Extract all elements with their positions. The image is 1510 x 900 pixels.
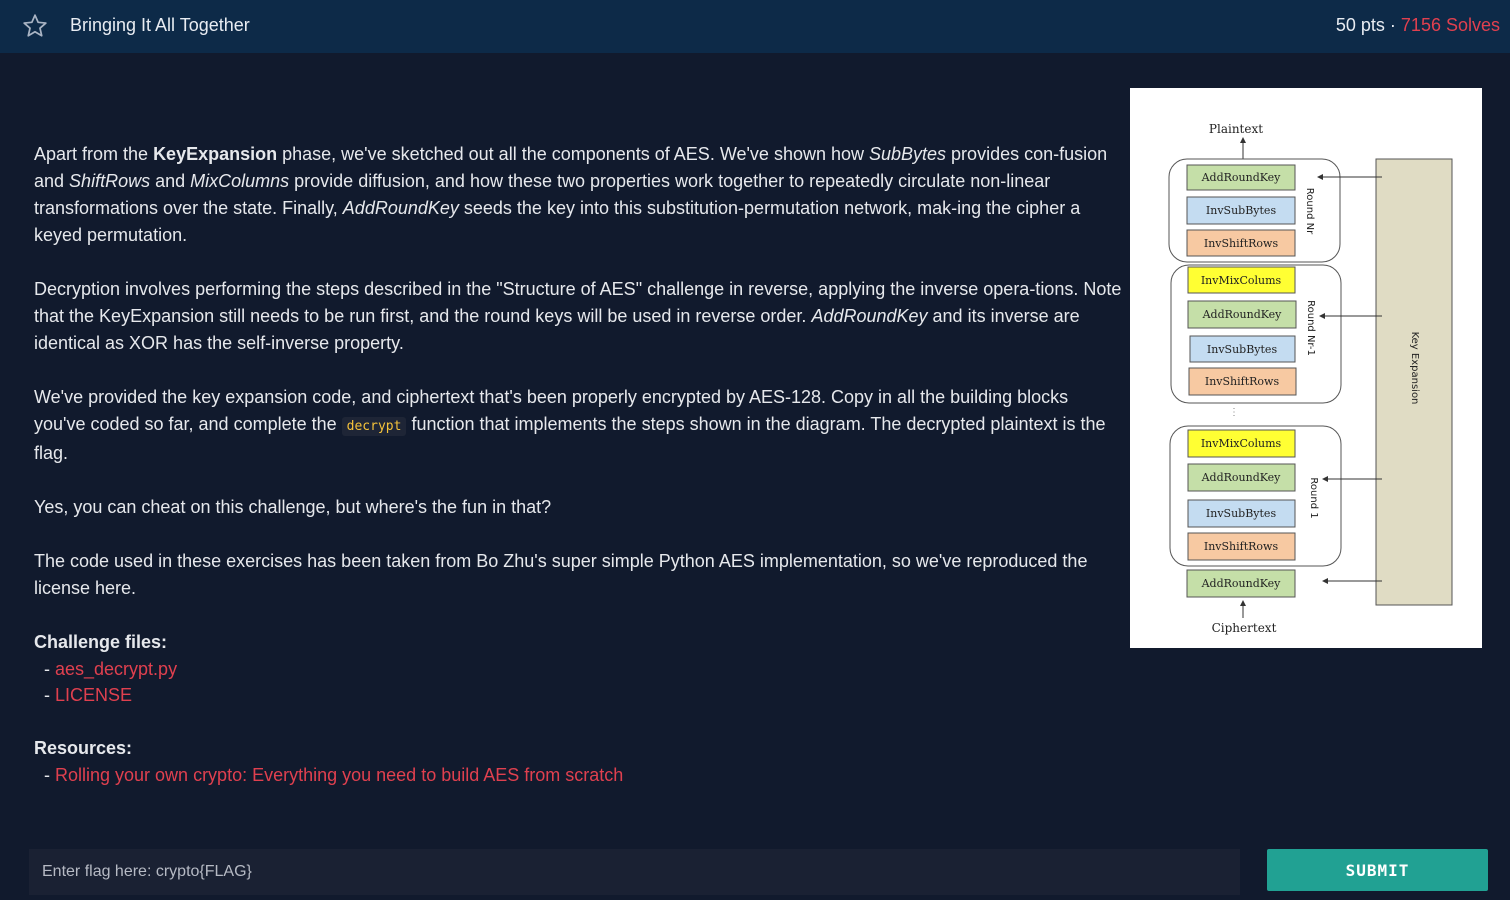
term-shiftrows: ShiftRows — [69, 171, 151, 191]
list-dash: - — [44, 685, 55, 705]
rounds-ellipsis: ⋮ — [1229, 407, 1239, 418]
step-label: InvShiftRows — [1204, 540, 1279, 553]
flag-input[interactable] — [29, 849, 1240, 895]
step-label: InvShiftRows — [1204, 237, 1279, 250]
resource-link-rolling-crypto[interactable]: Rolling your own crypto: Everything you … — [55, 765, 623, 785]
meta-separator: · — [1384, 15, 1401, 35]
round-nr-label: Round Nr — [1304, 188, 1315, 235]
step-label: AddRoundKey — [1201, 471, 1282, 484]
step-label: InvSubBytes — [1206, 507, 1277, 520]
term-mixcolumns: MixColumns — [190, 171, 290, 191]
step-label: InvMixColums — [1201, 437, 1282, 450]
key-expansion-label: Key Expansion — [1409, 332, 1420, 405]
step-label: InvShiftRows — [1205, 375, 1280, 388]
file-item: - LICENSE — [34, 682, 1124, 708]
text: Apart from the — [34, 144, 154, 164]
paragraph-cheat: Yes, you can cheat on this challenge, bu… — [34, 497, 552, 517]
file-link-license[interactable]: LICENSE — [55, 685, 132, 705]
ciphertext-label: Ciphertext — [1212, 621, 1277, 635]
points-label: 50 pts — [1335, 15, 1385, 35]
resource-item: - Rolling your own crypto: Everything yo… — [34, 762, 1124, 788]
paragraph-license: The code used in these exercises has bee… — [34, 551, 1088, 598]
inline-code-decrypt: decrypt — [341, 417, 407, 436]
text: and — [150, 171, 191, 191]
text: phase, we've sketched out all the compon… — [277, 144, 869, 164]
challenge-header: Bringing It All Together 50 pts · 7156 S… — [0, 0, 1510, 53]
star-icon[interactable] — [22, 13, 48, 39]
list-dash: - — [44, 765, 55, 785]
step-label: AddRoundKey — [1202, 308, 1283, 321]
list-dash: - — [44, 659, 55, 679]
term-addroundkey: AddRoundKey — [342, 198, 459, 218]
step-label: InvSubBytes — [1207, 343, 1278, 356]
plaintext-label: Plaintext — [1209, 122, 1263, 136]
round-1-label: Round 1 — [1308, 477, 1319, 518]
paragraph-task: We've provided the key expansion code, a… — [34, 384, 1124, 467]
aes-decryption-diagram: Plaintext Key Expansion AddRoundKey InvS… — [1130, 88, 1482, 648]
term-subbytes: SubBytes — [869, 144, 947, 164]
paragraph-decryption: Decryption involves performing the steps… — [34, 276, 1124, 357]
term-keyexpansion: KeyExpansion — [153, 144, 278, 164]
step-label: InvMixColums — [1201, 274, 1282, 287]
challenge-description: Apart from the KeyExpansion phase, we've… — [34, 141, 1124, 788]
resources-heading: Resources: — [34, 738, 133, 758]
term-addroundkey: AddRoundKey — [811, 306, 928, 326]
challenge-files-heading: Challenge files: — [34, 632, 168, 652]
step-label: InvSubBytes — [1206, 204, 1277, 217]
step-label: AddRoundKey — [1201, 171, 1282, 184]
challenge-title: Bringing It All Together — [70, 15, 250, 35]
submit-button[interactable]: SUBMIT — [1267, 849, 1488, 891]
challenge-meta: 50 pts · 7156 Solves — [1336, 15, 1500, 36]
file-item: - aes_decrypt.py — [34, 656, 1124, 682]
solves-count[interactable]: 7156 Solves — [1401, 15, 1500, 35]
file-link-aes-decrypt[interactable]: aes_decrypt.py — [55, 659, 177, 679]
round-nr1-label: Round Nr-1 — [1305, 300, 1316, 356]
paragraph-intro: Apart from the KeyExpansion phase, we've… — [34, 141, 1124, 249]
step-label: AddRoundKey — [1201, 577, 1282, 590]
